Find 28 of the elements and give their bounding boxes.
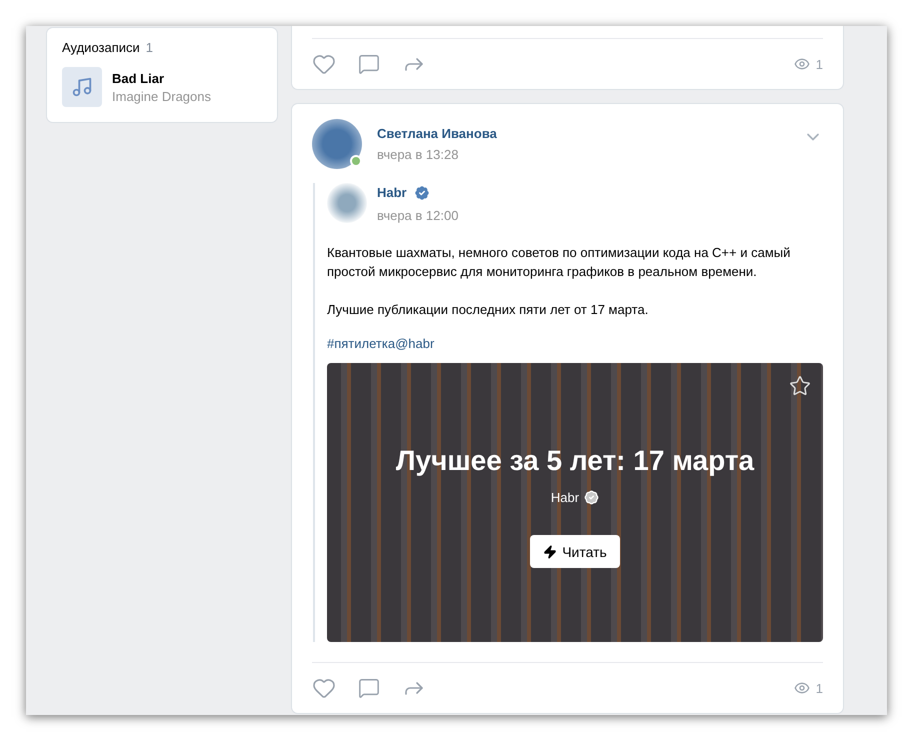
post-text: Квантовые шахматы, немного советов по оптимизации кода на C++ и самый простой микросервис для мониторинга графиков в реальном времени. [327, 244, 792, 281]
track-artist: Imagine Dragons [112, 88, 211, 104]
post-time: вчера в 13:28 [377, 147, 460, 162]
like-button[interactable] [312, 676, 336, 700]
article-source: Habr [550, 490, 580, 505]
avatar[interactable] [312, 119, 362, 169]
lightning-icon [543, 544, 558, 558]
author-name[interactable]: Светлана Иванова [377, 126, 497, 141]
like-button[interactable] [312, 52, 336, 76]
avatar[interactable] [327, 183, 367, 223]
view-count: 1 [816, 56, 823, 72]
eye-icon [794, 56, 810, 72]
post-time: вчера в 12:00 [377, 208, 458, 222]
music-note-icon[interactable] [62, 67, 102, 107]
hashtag-link[interactable]: #пятилетка@habr [327, 336, 823, 351]
author-name[interactable]: Habr [377, 185, 407, 200]
track-title[interactable]: Bad Liar [112, 70, 211, 86]
read-button[interactable]: Читать [530, 535, 620, 568]
post-text: Лучшие публикации последних пяти лет от 17 марта. [327, 301, 650, 319]
view-count: 1 [816, 680, 823, 696]
article-photo-placeholder[interactable]: Лучшее за 5 лет: 17 марта Habr Читать [327, 363, 823, 642]
article-title: Лучшее за 5 лет: 17 марта [396, 445, 754, 477]
comment-button[interactable] [358, 677, 380, 699]
comment-button[interactable] [358, 53, 380, 75]
audio-title: Аудиозаписи [62, 40, 140, 55]
audio-count: 1 [146, 40, 154, 55]
eye-icon [794, 680, 810, 696]
star-button[interactable] [789, 375, 811, 397]
